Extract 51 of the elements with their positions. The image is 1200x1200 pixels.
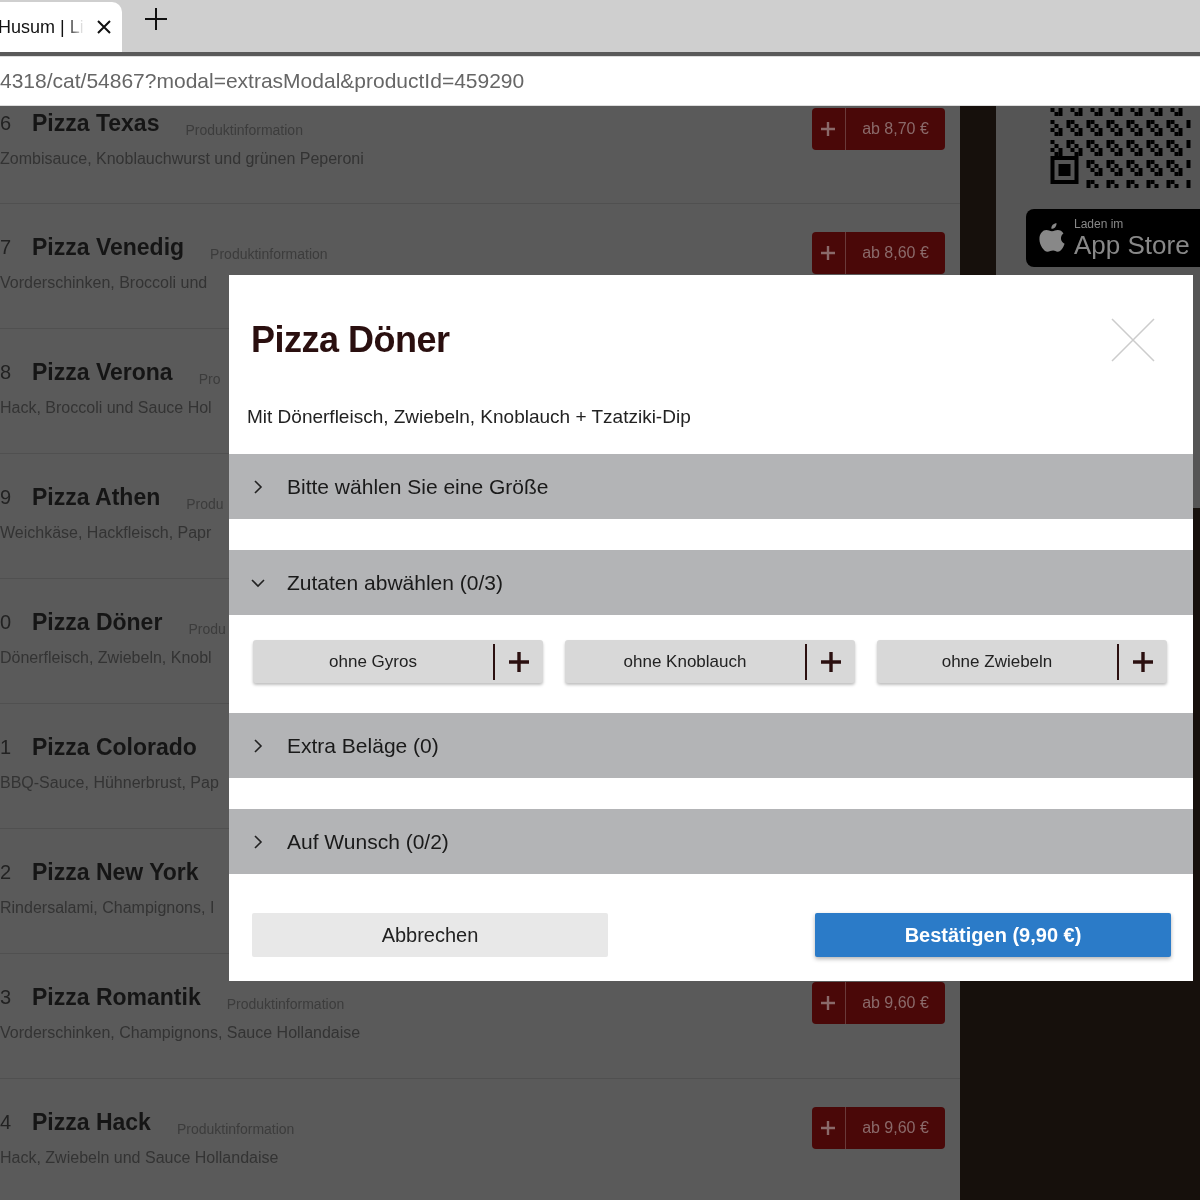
badge-caption: Laden im [1074,217,1125,231]
plus-icon [509,651,529,672]
pizza-name: Pizza Döner [32,608,163,636]
item-number: 3 [0,985,13,1009]
dialog-title: Pizza Döner [251,319,450,361]
app-store-badge[interactable]: Laden im App Store [1026,209,1200,267]
accordion-header[interactable]: Auf Wunsch (0/2) [229,809,1193,874]
add-to-cart-button[interactable]: ab 8,70 € [812,108,945,150]
plus-icon [821,122,835,136]
item-number: 0 [0,610,13,634]
close-icon[interactable] [95,19,112,35]
browser-tab[interactable]: Husum | Li [0,2,122,52]
confirm-button[interactable]: Bestätigen (9,90 €) [815,913,1171,957]
ingredient-toggle-button[interactable]: ohne Gyros [253,640,543,683]
pizza-name: Pizza Texas [32,109,160,137]
plus-icon [821,246,835,260]
chevron-right-icon [251,479,265,494]
accordion-header[interactable]: Zutaten abwählen (0/3) [229,550,1193,615]
pizza-name: Pizza Athen [32,483,161,511]
ingredient-toggle-button[interactable]: ohne Knoblauch [565,640,855,683]
accordion-header[interactable]: Extra Beläge (0) [229,713,1193,778]
plus-icon [821,1121,835,1135]
item-number: 4 [0,1110,13,1134]
item-number: 6 [0,111,13,135]
item-number: 1 [0,735,13,759]
add-to-cart-button[interactable]: ab 9,60 € [812,982,945,1024]
add-to-cart-button[interactable]: ab 8,60 € [812,232,945,274]
pizza-name: Pizza Verona [32,358,173,386]
pizza-name: Pizza New York [32,858,199,886]
accordion-header[interactable]: Bitte wählen Sie eine Größe [229,454,1193,519]
ingredient-toggle-button[interactable]: ohne Zwiebeln [877,640,1167,683]
plus-icon [821,651,841,672]
new-tab-icon[interactable] [144,7,168,31]
pizza-name: Pizza Venedig [32,233,185,261]
pizza-name: Pizza Hack [32,1108,151,1136]
item-number: 9 [0,485,13,509]
address-bar[interactable]: 4318/cat/54867?modal=extrasModal&productId=459290 [0,56,1200,106]
add-to-cart-button[interactable]: ab 9,60 € [812,1107,945,1149]
chevron-right-icon [251,834,265,849]
item-number: 7 [0,235,13,259]
item-number: 2 [0,860,13,884]
cancel-button[interactable]: Abbrechen [252,913,608,957]
dialog-description: Mit Dönerfleisch, Zwiebeln, Knoblauch + Tzatziki-Dip [247,406,692,428]
plus-icon [1133,651,1153,672]
badge-title: App Store [1074,231,1190,259]
pizza-name: Pizza Colorado [32,733,197,761]
pizza-name: Pizza Romantik [32,983,201,1011]
chevron-right-icon [251,738,265,753]
item-number: 8 [0,360,13,384]
plus-icon [821,996,835,1010]
apple-icon [1038,222,1066,254]
